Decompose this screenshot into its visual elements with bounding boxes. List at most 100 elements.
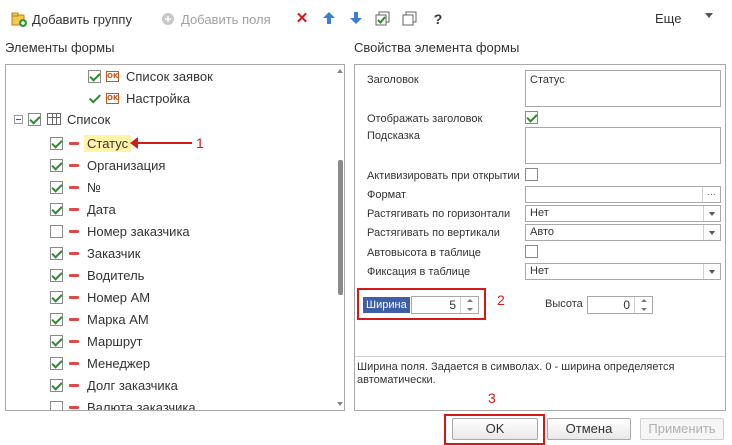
- checkbox[interactable]: [50, 378, 63, 392]
- field-icon: [69, 229, 79, 233]
- activate-label: Активизировать при открытии: [367, 170, 520, 182]
- tree-item-vehicle-brand[interactable]: Марка АМ: [50, 308, 149, 330]
- checkbox[interactable]: [50, 268, 63, 282]
- height-value: 0: [623, 298, 630, 312]
- annotation-arrow: [130, 137, 192, 149]
- field-icon: [69, 207, 79, 211]
- more-button[interactable]: Еще: [655, 11, 681, 26]
- add-group-button[interactable]: Добавить группу: [11, 11, 132, 27]
- collapse-icon[interactable]: [14, 114, 23, 124]
- tree-item-number[interactable]: №: [50, 176, 101, 198]
- tree-item-driver[interactable]: Водитель: [50, 264, 144, 286]
- format-field[interactable]: ...: [525, 186, 721, 203]
- checkbox[interactable]: [88, 69, 101, 83]
- vstretch-select[interactable]: Авто: [525, 224, 721, 241]
- tree-item-customer[interactable]: Заказчик: [50, 242, 140, 264]
- checkbox[interactable]: [50, 202, 63, 216]
- divider: [355, 356, 725, 357]
- tree-item-settings[interactable]: OK Настройка: [88, 87, 190, 109]
- spinner-buttons[interactable]: [634, 297, 652, 313]
- checkbox[interactable]: [50, 400, 63, 410]
- tree-item-label: Долг заказчика: [87, 377, 178, 393]
- ok-button[interactable]: OK: [452, 418, 538, 440]
- tree-item-list[interactable]: Список: [14, 108, 110, 130]
- checkbox[interactable]: [28, 112, 41, 126]
- tree-item-customer-number[interactable]: Номер заказчика: [50, 220, 190, 242]
- field-icon: [69, 141, 79, 145]
- more-dropdown-icon[interactable]: [705, 13, 713, 18]
- left-panel-title: Элементы формы: [5, 40, 115, 55]
- tree-item-label: Список заявок: [126, 68, 213, 84]
- header-field[interactable]: Статус: [525, 70, 721, 107]
- move-up-icon[interactable]: [321, 11, 337, 27]
- activate-checkbox[interactable]: [525, 168, 538, 181]
- checkbox[interactable]: [50, 158, 63, 172]
- move-down-icon[interactable]: [348, 11, 364, 27]
- right-panel-title: Свойства элемента формы: [354, 40, 520, 55]
- tree-item-request-list[interactable]: OK Список заявок: [88, 65, 213, 87]
- vstretch-value: Авто: [530, 226, 554, 238]
- checkbox[interactable]: [50, 312, 63, 326]
- tree-item-label: Маршрут: [87, 333, 143, 349]
- tree-item-vehicle-number[interactable]: Номер АМ: [50, 286, 150, 308]
- tree-item-label: №: [87, 179, 101, 195]
- checkbox[interactable]: [50, 290, 63, 304]
- field-icon: [69, 251, 79, 255]
- fix-value: Нет: [530, 265, 549, 277]
- select-button[interactable]: ...: [702, 187, 720, 202]
- tree-item-label: Статус: [84, 134, 132, 152]
- header-label: Заголовок: [367, 74, 419, 86]
- checkbox[interactable]: [50, 136, 63, 150]
- tree-item-route[interactable]: Маршрут: [50, 330, 142, 352]
- tooltip-field[interactable]: [525, 127, 721, 164]
- scroll-thumb[interactable]: [338, 160, 343, 295]
- table-icon: [47, 113, 61, 125]
- tree-item-status[interactable]: Статус: [50, 132, 132, 154]
- scroll-down-icon[interactable]: [337, 402, 343, 406]
- dropdown-icon[interactable]: [703, 206, 720, 221]
- tree-item-label: Заказчик: [87, 245, 141, 261]
- checkbox[interactable]: [50, 334, 63, 348]
- show-header-label: Отображать заголовок: [367, 113, 483, 125]
- tree-item-label: Организация: [87, 157, 166, 173]
- autoheight-label: Автовысота в таблице: [367, 247, 481, 259]
- tree-item-label: Валюта заказчика: [87, 399, 196, 411]
- cancel-button[interactable]: Отмена: [547, 418, 631, 440]
- show-header-checkbox[interactable]: [525, 111, 538, 124]
- checkbox[interactable]: [50, 356, 63, 370]
- height-spinner[interactable]: 0: [587, 296, 653, 314]
- form-item-icon: OK: [106, 92, 119, 104]
- tree-item-manager[interactable]: Менеджер: [50, 352, 150, 374]
- annotation-2: 2: [497, 292, 505, 308]
- checkbox[interactable]: [50, 180, 63, 194]
- hstretch-value: Нет: [530, 207, 549, 219]
- dropdown-icon[interactable]: [703, 264, 720, 279]
- check-icon: [88, 92, 101, 105]
- autoheight-checkbox[interactable]: [525, 245, 538, 258]
- hstretch-select[interactable]: Нет: [525, 205, 721, 222]
- tree-item-date[interactable]: Дата: [50, 198, 116, 220]
- uncheck-all-icon[interactable]: [402, 11, 418, 27]
- add-field-icon: [160, 11, 176, 27]
- tree-item-label: Номер заказчика: [87, 223, 190, 239]
- help-icon[interactable]: ?: [430, 11, 446, 27]
- dropdown-icon[interactable]: [703, 225, 720, 240]
- add-field-button[interactable]: Добавить поля: [160, 11, 271, 27]
- tree-item-customer-debt[interactable]: Долг заказчика: [50, 374, 178, 396]
- tree-scrollbar[interactable]: [335, 65, 344, 410]
- scroll-up-icon[interactable]: [337, 69, 343, 73]
- form-elements-tree[interactable]: OK Список заявок OK Настройка Список Ста…: [5, 64, 345, 411]
- tree-item-organization[interactable]: Организация: [50, 154, 165, 176]
- tree-item-label: Номер АМ: [87, 289, 151, 305]
- apply-button[interactable]: Применить: [640, 418, 724, 440]
- tree-item-label: Водитель: [87, 267, 145, 283]
- checkbox[interactable]: [50, 246, 63, 260]
- fix-select[interactable]: Нет: [525, 263, 721, 280]
- add-field-label: Добавить поля: [181, 11, 271, 27]
- checkbox[interactable]: [50, 224, 63, 238]
- add-group-label: Добавить группу: [32, 11, 132, 27]
- tree-item-customer-currency[interactable]: Валюта заказчика: [50, 396, 196, 411]
- check-all-icon[interactable]: [375, 11, 391, 27]
- toolbar: Добавить группу Добавить поля ✕ ? Еще: [0, 0, 732, 38]
- delete-icon[interactable]: ✕: [294, 11, 310, 27]
